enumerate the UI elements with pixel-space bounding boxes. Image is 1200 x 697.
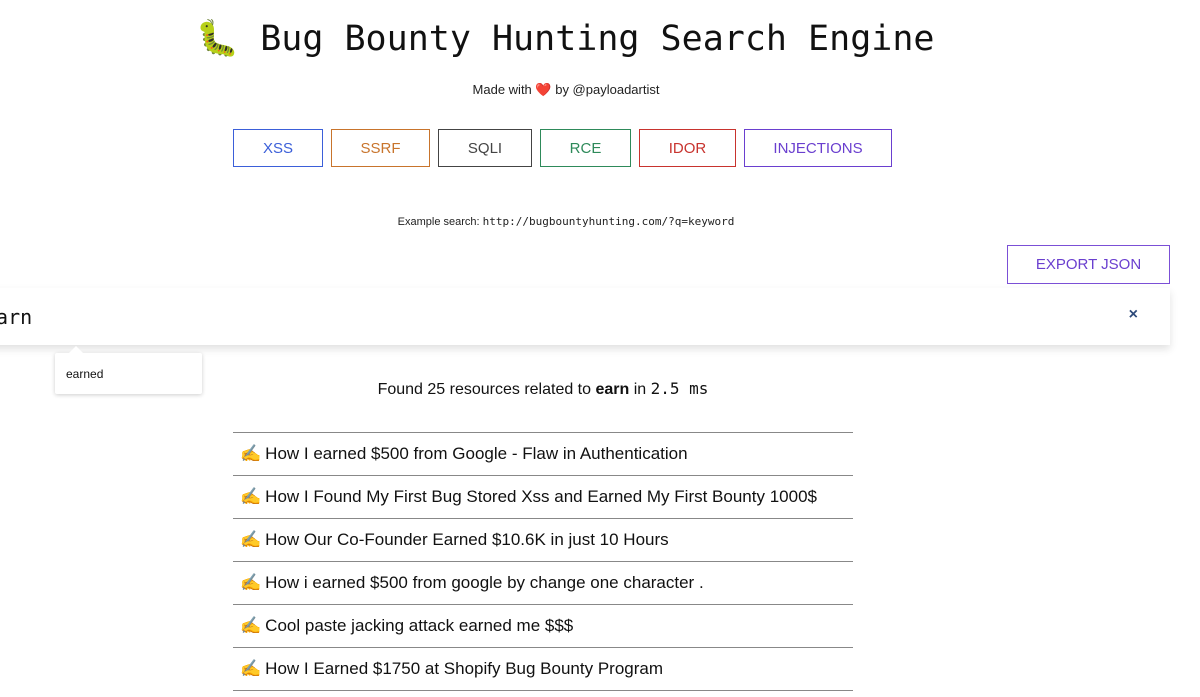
result-item: ✍️ How I earned $500 from Google - Flaw i… bbox=[233, 433, 853, 476]
result-link[interactable]: How I earned $500 from Google - Flaw in … bbox=[265, 444, 687, 464]
results-summary: Found 25 resources related to earn in 2.… bbox=[377, 379, 709, 398]
result-item: ✍️ How i earned $500 from google by chang… bbox=[233, 562, 853, 605]
category-button-ssrf[interactable]: SSRF bbox=[331, 129, 430, 167]
category-buttons: XSS SSRF SQLI RCE IDOR INJECTIONS bbox=[233, 129, 892, 167]
result-link[interactable]: How Our Co-Founder Earned $10.6K in just… bbox=[265, 530, 668, 550]
writing-hand-icon: ✍️ bbox=[240, 616, 262, 635]
category-button-idor[interactable]: IDOR bbox=[639, 129, 736, 167]
example-search: Example search: http://bugbountyhunting.… bbox=[397, 215, 735, 228]
category-button-rce[interactable]: RCE bbox=[540, 129, 631, 167]
result-link[interactable]: How i earned $500 from google by change … bbox=[265, 573, 704, 593]
result-link[interactable]: How I Found My First Bug Stored Xss and … bbox=[265, 487, 817, 507]
category-button-xss[interactable]: XSS bbox=[233, 129, 323, 167]
writing-hand-icon: ✍️ bbox=[240, 573, 262, 592]
result-item: ✍️ How Our Co-Founder Earned $10.6K in ju… bbox=[233, 519, 853, 562]
search-bar: × bbox=[0, 288, 1170, 345]
search-input[interactable] bbox=[0, 303, 986, 330]
writing-hand-icon: ✍️ bbox=[240, 487, 262, 506]
writing-hand-icon: ✍️ bbox=[240, 659, 262, 678]
category-button-injections[interactable]: INJECTIONS bbox=[744, 129, 892, 167]
result-link[interactable]: Cool paste jacking attack earned me $$$ bbox=[265, 616, 573, 636]
category-button-sqli[interactable]: SQLI bbox=[438, 129, 532, 167]
result-item: ✍️ Cool paste jacking attack earned me $$… bbox=[233, 605, 853, 648]
writing-hand-icon: ✍️ bbox=[240, 530, 262, 549]
export-json-button[interactable]: EXPORT JSON bbox=[1007, 245, 1170, 284]
result-item: ✍️ How I Found My First Bug Stored Xss an… bbox=[233, 476, 853, 519]
results-list: ✍️ How I earned $500 from Google - Flaw i… bbox=[233, 432, 853, 691]
result-item: ✍️ How I Earned $1750 at Shopify Bug Boun… bbox=[233, 648, 853, 691]
heart-icon: ❤️ bbox=[535, 82, 552, 97]
result-link[interactable]: How I Earned $1750 at Shopify Bug Bounty… bbox=[265, 659, 663, 679]
close-icon[interactable]: × bbox=[1129, 306, 1138, 324]
page-title: 🐛 Bug Bounty Hunting Search Engine bbox=[195, 19, 935, 59]
caterpillar-icon: 🐛 bbox=[195, 19, 240, 59]
credits: Made with ❤️ by @payloadartist bbox=[472, 82, 660, 97]
writing-hand-icon: ✍️ bbox=[240, 444, 262, 463]
